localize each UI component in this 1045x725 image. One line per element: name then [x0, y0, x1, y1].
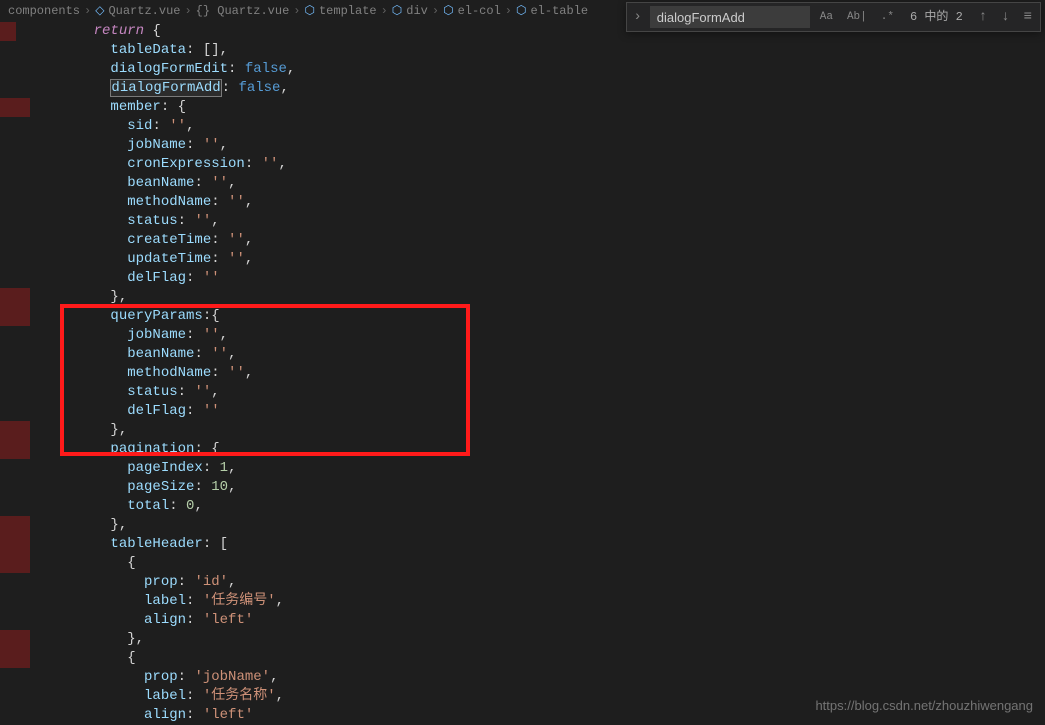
code-line[interactable]: prop: 'id', [60, 573, 1045, 592]
editor[interactable]: return { tableData: [], dialogFormEdit: … [0, 22, 1045, 723]
crumb-template[interactable]: ⬡template [305, 2, 377, 21]
crumb-eltable[interactable]: ⬡el-table [516, 2, 588, 21]
find-next-button[interactable]: ↓ [997, 8, 1013, 27]
crumb-sep: › [432, 2, 439, 21]
crumb-div[interactable]: ⬡div [392, 2, 428, 21]
find-menu-icon[interactable]: ≡ [1020, 8, 1036, 27]
code-line[interactable]: tableHeader: [ [60, 535, 1045, 554]
crumb-sep: › [184, 2, 191, 21]
code-line[interactable]: pageIndex: 1, [60, 459, 1045, 478]
match-case-toggle[interactable]: Aa [816, 6, 837, 29]
code-line[interactable]: pageSize: 10, [60, 478, 1045, 497]
crumb-sep: › [505, 2, 512, 21]
code-line[interactable]: jobName: '', [60, 136, 1045, 155]
crumb-sep: › [293, 2, 300, 21]
crumb-sep: › [381, 2, 388, 21]
code-line[interactable]: dialogFormAdd: false, [60, 79, 1045, 98]
find-widget: › Aa Ab| .* 6 中的 2 ↑ ↓ ≡ [626, 2, 1041, 32]
find-toggle-replace[interactable]: › [631, 6, 643, 29]
code-line[interactable]: updateTime: '', [60, 250, 1045, 269]
crumb-sep: › [84, 2, 91, 21]
crumb-elcol[interactable]: ⬡el-col [443, 2, 501, 21]
code-line[interactable]: { [60, 554, 1045, 573]
crumb-file[interactable]: ◇Quartz.vue [95, 2, 180, 21]
code-line[interactable]: { [60, 649, 1045, 668]
code-line[interactable]: tableData: [], [60, 41, 1045, 60]
crumb-components[interactable]: components [8, 2, 80, 21]
find-result-count: 6 中的 2 [904, 8, 969, 27]
code-line[interactable]: createTime: '', [60, 231, 1045, 250]
gutter [0, 22, 60, 723]
minimap[interactable] [1035, 32, 1045, 712]
code-line[interactable]: sid: '', [60, 117, 1045, 136]
code-line[interactable]: beanName: '', [60, 174, 1045, 193]
code-line[interactable]: align: 'left' [60, 611, 1045, 630]
whole-word-toggle[interactable]: Ab| [843, 6, 871, 29]
vue-icon: ◇ [95, 2, 104, 21]
code-line[interactable]: delFlag: '' [60, 269, 1045, 288]
tag-icon: ⬡ [305, 2, 315, 21]
code-line[interactable]: status: '', [60, 212, 1045, 231]
code-line[interactable]: label: '任务编号', [60, 592, 1045, 611]
code-area[interactable]: return { tableData: [], dialogFormEdit: … [60, 22, 1045, 723]
code-line[interactable]: }, [60, 516, 1045, 535]
code-line[interactable]: prop: 'jobName', [60, 668, 1045, 687]
tag-icon: ⬡ [392, 2, 402, 21]
find-prev-button[interactable]: ↑ [975, 8, 991, 27]
search-input[interactable] [650, 6, 810, 28]
tag-icon: ⬡ [516, 2, 526, 21]
regex-toggle[interactable]: .* [877, 6, 898, 29]
code-line[interactable]: member: { [60, 98, 1045, 117]
annotation-highlight [60, 304, 470, 456]
code-line[interactable]: }, [60, 630, 1045, 649]
code-line[interactable]: dialogFormEdit: false, [60, 60, 1045, 79]
code-line[interactable]: cronExpression: '', [60, 155, 1045, 174]
code-line[interactable]: total: 0, [60, 497, 1045, 516]
tag-icon: ⬡ [443, 2, 453, 21]
watermark: https://blog.csdn.net/zhouzhiwengang [815, 696, 1033, 715]
code-line[interactable]: methodName: '', [60, 193, 1045, 212]
crumb-module[interactable]: {} Quartz.vue [196, 2, 290, 21]
